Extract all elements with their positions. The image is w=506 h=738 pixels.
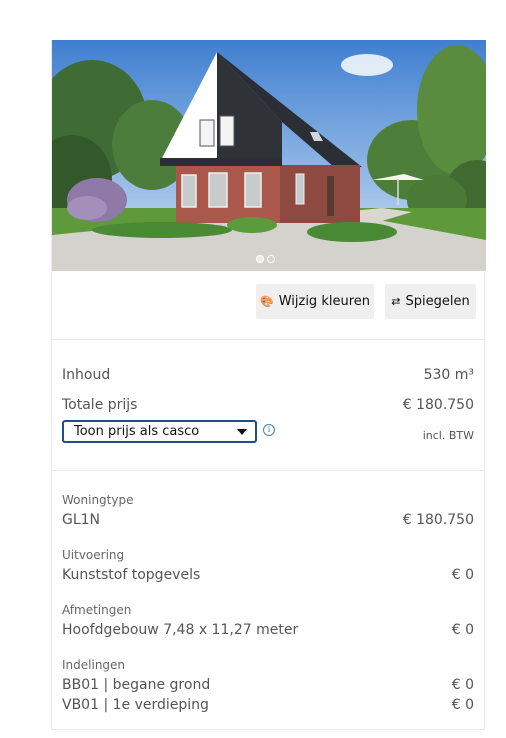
woningtype-value: GL1N [62,512,101,528]
indeling-value: VB01 | 1e verdieping [62,697,209,713]
afmetingen-row: Hoofdgebouw 7,48 x 11,27 meter € 0 [62,622,474,638]
totale-prijs-row: Totale prijs € 180.750 [62,397,474,413]
spiegelen-button[interactable]: ⇄ Spiegelen [385,284,476,319]
woningtype-price: € 180.750 [402,512,474,528]
afmetingen-label: Afmetingen [62,603,132,617]
indeling-price: € 0 [451,697,474,713]
afmetingen-price: € 0 [451,622,474,638]
totale-prijs-value: € 180.750 [402,397,474,413]
uitvoering-value: Kunststof topgevels [62,567,201,583]
afmetingen-value: Hoofdgebouw 7,48 x 11,27 meter [62,622,299,638]
woningtype-label: Woningtype [62,493,134,507]
indeling-row: VB01 | 1e verdieping € 0 [62,697,474,713]
uitvoering-row: Kunststof topgevels € 0 [62,567,474,583]
palette-icon: 🎨 [260,295,274,308]
uitvoering-price: € 0 [451,567,474,583]
indeling-row: BB01 | begane grond € 0 [62,677,474,693]
house-illustration [52,40,486,271]
info-icon[interactable]: i [263,424,275,436]
prijs-weergave-value: Toon prijs als casco [74,424,200,439]
wijzig-kleuren-label: Wijzig kleuren [278,294,370,309]
house-toolbar: 🎨 Wijzig kleuren ⇄ Spiegelen [52,271,484,340]
wijzig-kleuren-button[interactable]: 🎨 Wijzig kleuren [256,284,374,319]
inhoud-label: Inhoud [62,367,111,383]
chevron-down-icon [237,428,247,435]
swap-arrows-icon: ⇄ [391,295,401,308]
indelingen-label: Indelingen [62,658,126,672]
indeling-price: € 0 [451,677,474,693]
btw-note: incl. BTW [422,429,474,442]
carousel-dots [256,255,275,267]
inhoud-value: 530 m³ [423,367,474,383]
totale-prijs-label: Totale prijs [62,397,138,413]
house-photo[interactable] [52,40,486,271]
carousel-dot-1[interactable] [256,255,264,263]
inhoud-row: Inhoud 530 m³ [62,367,474,383]
indeling-value: BB01 | begane grond [62,677,211,693]
price-summary: Inhoud 530 m³ Totale prijs € 180.750 Too… [52,340,484,471]
woningtype-row: GL1N € 180.750 [62,512,474,528]
house-card: 🎨 Wijzig kleuren ⇄ Spiegelen Inhoud 530 … [51,40,486,730]
carousel-dot-2[interactable] [267,255,275,263]
prijs-weergave-select[interactable]: Toon prijs als casco [62,420,257,443]
spiegelen-label: Spiegelen [405,294,470,309]
uitvoering-label: Uitvoering [62,548,125,562]
